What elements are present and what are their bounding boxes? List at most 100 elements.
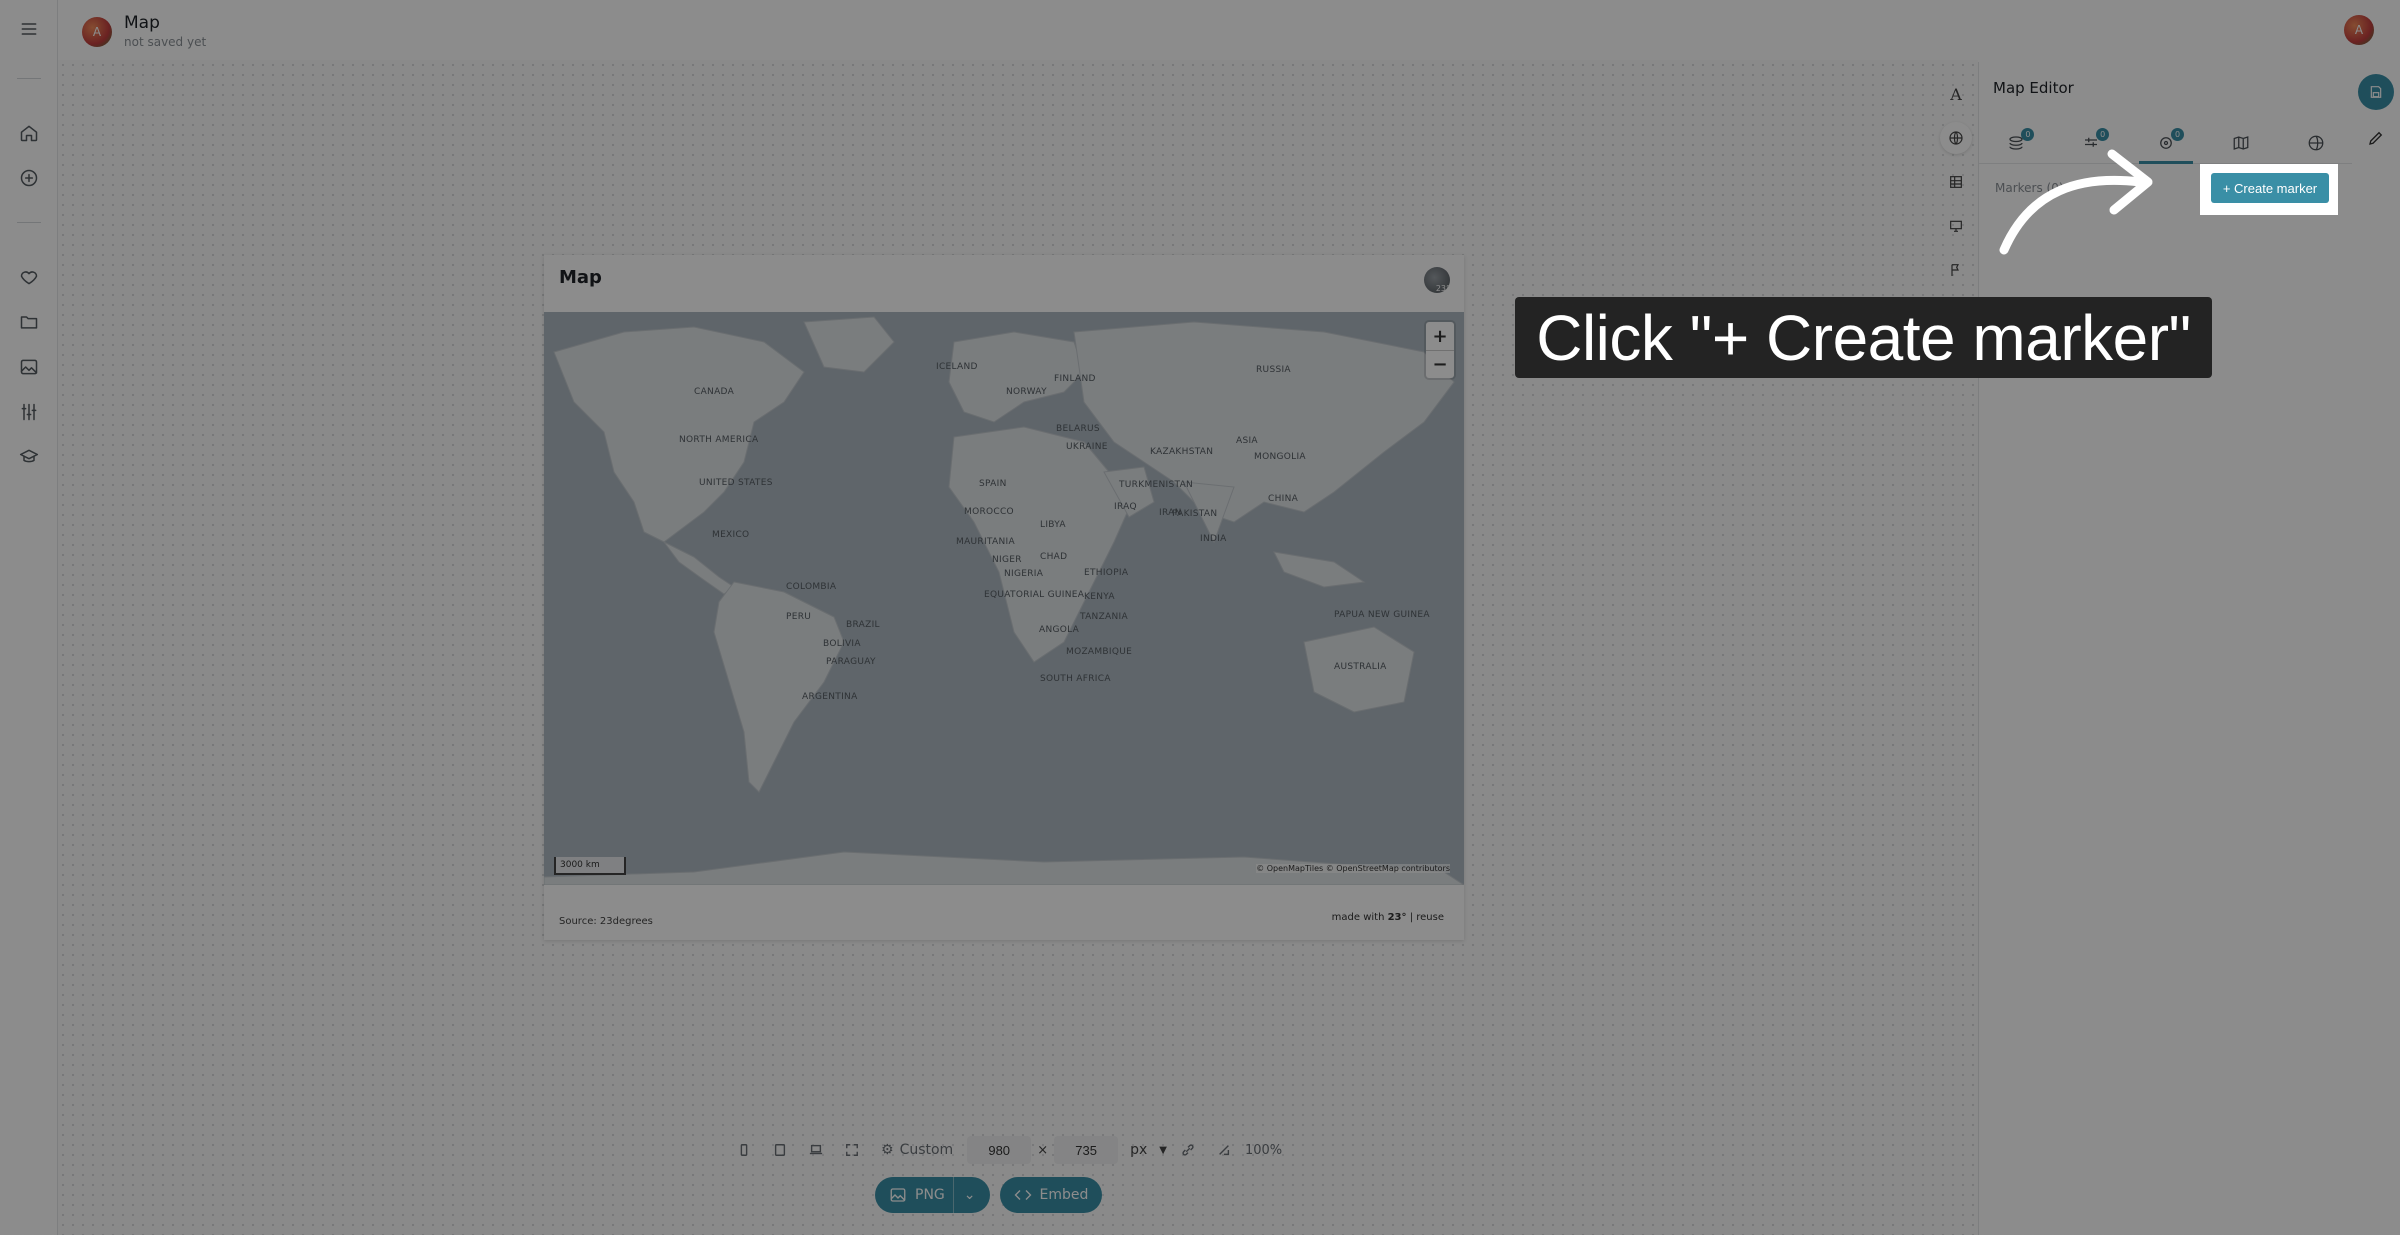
zoom-in-button[interactable]: +	[1426, 322, 1454, 350]
size-preset[interactable]: ⚙ Custom	[873, 1142, 961, 1158]
map-label: CHINA	[1268, 494, 1299, 504]
map-label: RUSSIA	[1256, 365, 1291, 375]
map-label: ICELAND	[936, 362, 978, 372]
brand-logo: 23°	[1424, 267, 1450, 293]
chevron-down-icon[interactable]: ⌄	[952, 1177, 976, 1213]
pencil-icon[interactable]	[2360, 122, 2392, 154]
save-status: not saved yet	[124, 35, 207, 49]
far-right-column	[2352, 60, 2400, 1235]
menu-icon[interactable]	[14, 14, 44, 44]
map-label: ARGENTINA	[802, 692, 858, 702]
sliders-icon[interactable]	[14, 397, 44, 427]
map-card[interactable]: Map 23° ICELAND CANADA FINLAND NORWAY RU…	[544, 255, 1464, 940]
map-label: BRAZIL	[846, 620, 880, 630]
presentation-icon[interactable]	[1940, 210, 1972, 242]
resize-icon[interactable]	[1209, 1136, 1239, 1164]
create-marker-button[interactable]: + Create marker	[2211, 173, 2329, 203]
map-label: ASIA	[1236, 436, 1258, 446]
preset-label: Custom	[899, 1142, 954, 1158]
code-icon	[1014, 1190, 1031, 1200]
tab-globe[interactable]	[2278, 122, 2353, 163]
credit-separator: |	[1406, 912, 1417, 923]
map-label: TURKMENISTAN	[1119, 480, 1194, 490]
text-icon[interactable]: A	[1940, 78, 1972, 110]
tablet-size-icon[interactable]	[765, 1136, 795, 1164]
globe-icon	[2308, 135, 2323, 150]
link-icon[interactable]	[1173, 1136, 1203, 1164]
top-bar: A Map not saved yet A	[58, 0, 2400, 60]
map-label: MEXICO	[712, 530, 750, 540]
zoom-control: + −	[1426, 322, 1454, 378]
tab-basemap[interactable]	[2203, 122, 2278, 163]
map-label: IRAQ	[1114, 502, 1137, 512]
chevron-down-icon[interactable]: ▼	[1159, 1145, 1167, 1156]
map-label: EQUATORIAL GUINEA	[984, 590, 1085, 600]
tab-badge: 0	[2170, 128, 2184, 141]
map-title[interactable]: Map	[559, 267, 602, 288]
left-rail	[0, 0, 58, 1235]
map-label: NIGERIA	[1004, 569, 1044, 579]
map-label: PAPUA NEW GUINEA	[1334, 610, 1430, 620]
height-input[interactable]	[1054, 1136, 1119, 1164]
mobile-size-icon[interactable]	[729, 1136, 759, 1164]
embed-button[interactable]: Embed	[999, 1177, 1103, 1213]
rail-divider	[17, 78, 41, 79]
user-avatar[interactable]: A	[2344, 15, 2374, 45]
graduation-cap-icon[interactable]	[14, 442, 44, 472]
map-label: FINLAND	[1054, 374, 1096, 384]
tutorial-callout: Click "+ Create marker"	[1515, 297, 2212, 378]
export-row: PNG ⌄ Embed	[875, 1177, 1103, 1213]
map-label: LIBYA	[1040, 520, 1066, 530]
folder-icon[interactable]	[14, 307, 44, 337]
map-view[interactable]: ICELAND CANADA FINLAND NORWAY RUSSIA NOR…	[544, 312, 1464, 885]
map-label: SPAIN	[979, 479, 1007, 489]
map-label: BELARUS	[1056, 424, 1100, 434]
reuse-link[interactable]: reuse	[1416, 912, 1444, 923]
credit-brand[interactable]: 23°	[1388, 912, 1407, 923]
map-label: CHAD	[1040, 552, 1068, 562]
gear-icon: ⚙	[881, 1142, 894, 1158]
map-label: PAKISTAN	[1172, 509, 1218, 519]
map-label: NIGER	[992, 555, 1022, 565]
avatar[interactable]: A	[82, 17, 112, 47]
map-label: TANZANIA	[1080, 612, 1128, 622]
map-label: NORWAY	[1006, 387, 1047, 397]
save-icon	[2370, 86, 2382, 98]
map-label: CANADA	[694, 387, 735, 397]
png-export-button[interactable]: PNG ⌄	[875, 1177, 990, 1213]
zoom-level: 100%	[1244, 1142, 1283, 1158]
unit-select[interactable]: px	[1124, 1142, 1153, 1158]
home-icon[interactable]	[14, 118, 44, 148]
width-input[interactable]	[967, 1136, 1032, 1164]
map-attribution[interactable]: © OpenMapTiles © OpenStreetMap contribut…	[1256, 864, 1450, 873]
png-label: PNG	[915, 1187, 945, 1203]
map-label: NORTH AMERICA	[679, 435, 759, 445]
rail-divider	[17, 222, 41, 223]
map-label: PARAGUAY	[826, 657, 876, 667]
globe-icon[interactable]	[1940, 122, 1972, 154]
times-symbol: ×	[1037, 1142, 1049, 1158]
table-icon[interactable]	[1940, 166, 1972, 198]
map-label: BOLIVIA	[823, 639, 861, 649]
map-label: MOZAMBIQUE	[1066, 647, 1133, 657]
tutorial-arrow-icon	[1999, 149, 2153, 255]
canvas: Map 23° ICELAND CANADA FINLAND NORWAY RU…	[58, 60, 1978, 1235]
laptop-size-icon[interactable]	[801, 1136, 831, 1164]
save-button[interactable]	[2358, 74, 2394, 110]
image-icon[interactable]	[14, 352, 44, 382]
fullscreen-icon[interactable]	[837, 1136, 867, 1164]
map-label: ANGOLA	[1039, 625, 1080, 635]
document-title[interactable]: Map	[124, 13, 160, 33]
map-label: MOROCCO	[964, 507, 1014, 517]
credit-prefix: made with	[1331, 912, 1388, 923]
heart-icon[interactable]	[14, 262, 44, 292]
map-label: KENYA	[1084, 592, 1115, 602]
map-label: INDIA	[1200, 534, 1227, 544]
zoom-out-button[interactable]: −	[1426, 350, 1454, 378]
add-circle-icon[interactable]	[14, 163, 44, 193]
map-label: UKRAINE	[1066, 442, 1108, 452]
embed-label: Embed	[1039, 1187, 1089, 1203]
source-note[interactable]: Source: 23degrees	[559, 916, 653, 927]
flag-icon[interactable]	[1940, 254, 1972, 286]
map-label: MAURITANIA	[956, 537, 1015, 547]
